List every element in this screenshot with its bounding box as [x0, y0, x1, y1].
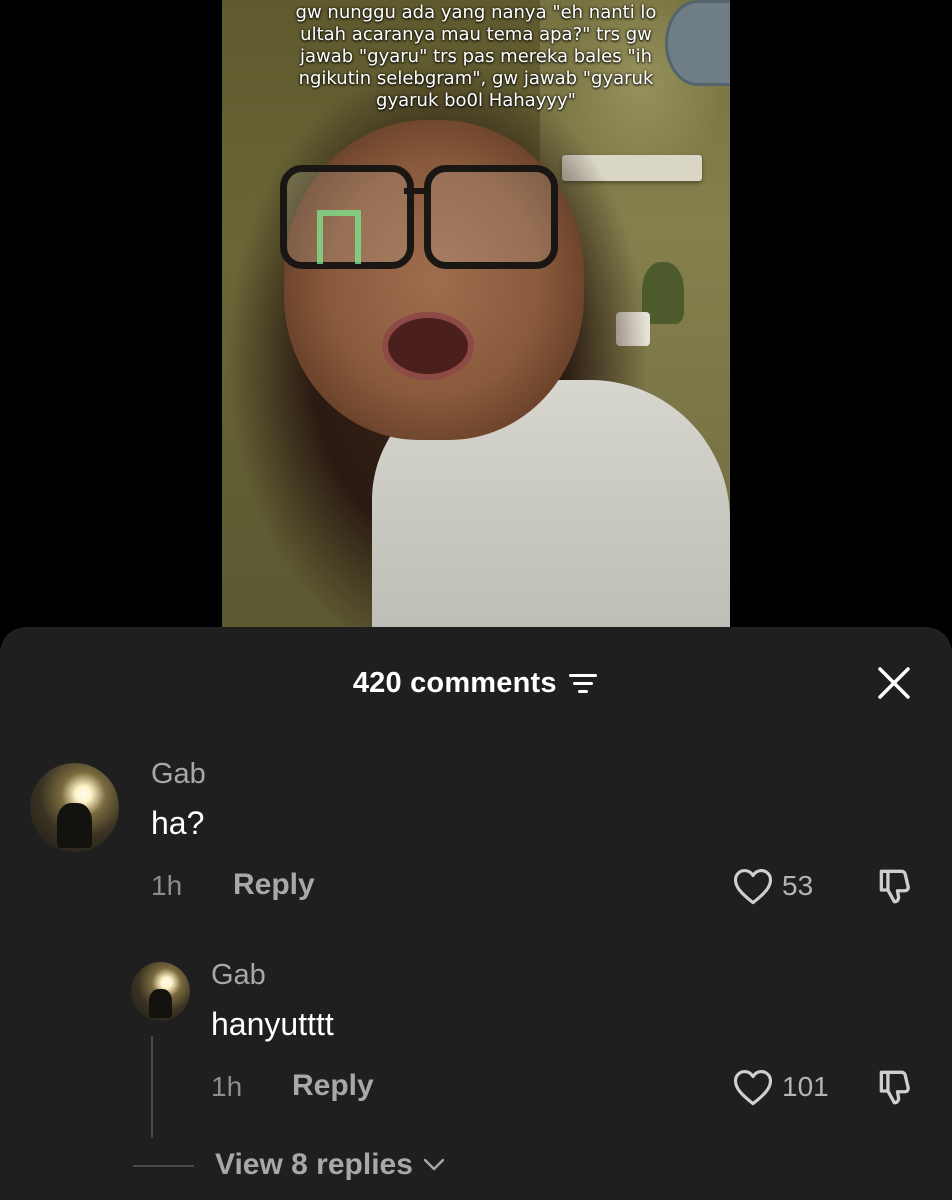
comment-time: 1h: [151, 870, 183, 901]
reply-button[interactable]: Reply: [292, 1069, 374, 1103]
thumbs-down-icon: [879, 869, 910, 904]
chevron-down-icon: [423, 1158, 445, 1171]
video-player[interactable]: gw nunggu ada yang nanya "eh nanti lo ul…: [222, 0, 730, 640]
view-replies-divider: [133, 1165, 194, 1167]
like-button[interactable]: 53: [732, 866, 813, 906]
filter-icon[interactable]: [569, 672, 599, 699]
heart-icon: [733, 869, 773, 905]
like-count: 53: [782, 870, 814, 901]
avatar[interactable]: [131, 962, 190, 1021]
view-replies-button[interactable]: View 8 replies: [215, 1148, 445, 1182]
comment-username[interactable]: Gab: [211, 959, 266, 992]
glasses-right-lens: [424, 165, 558, 269]
comments-sheet: 420 comments: [0, 627, 952, 1200]
close-button[interactable]: [876, 665, 912, 701]
person-mouth: [382, 312, 474, 380]
dislike-button[interactable]: [874, 864, 918, 913]
thumbs-down-icon: [879, 1070, 910, 1105]
comment-text: hanyutttt: [211, 1006, 334, 1042]
reply-button[interactable]: Reply: [233, 868, 315, 902]
thread-line: [151, 1036, 153, 1138]
close-icon: [878, 667, 910, 699]
avatar[interactable]: [30, 763, 119, 852]
glasses-bridge: [404, 188, 428, 194]
screen-reflection: [317, 210, 361, 264]
comment-username[interactable]: Gab: [151, 758, 206, 791]
video-caption: gw nunggu ada yang nanya "eh nanti lo ul…: [295, 2, 657, 111]
view-replies-label: View 8 replies: [215, 1148, 413, 1181]
comment-text: ha?: [151, 805, 205, 841]
heart-icon: [733, 1070, 773, 1106]
comment-count: 420 comments: [352, 667, 557, 699]
comments-header: 420 comments: [0, 667, 952, 700]
like-count: 101: [782, 1071, 829, 1102]
dislike-button[interactable]: [874, 1065, 918, 1114]
comment-time: 1h: [211, 1071, 243, 1102]
like-button[interactable]: 101: [732, 1067, 829, 1107]
